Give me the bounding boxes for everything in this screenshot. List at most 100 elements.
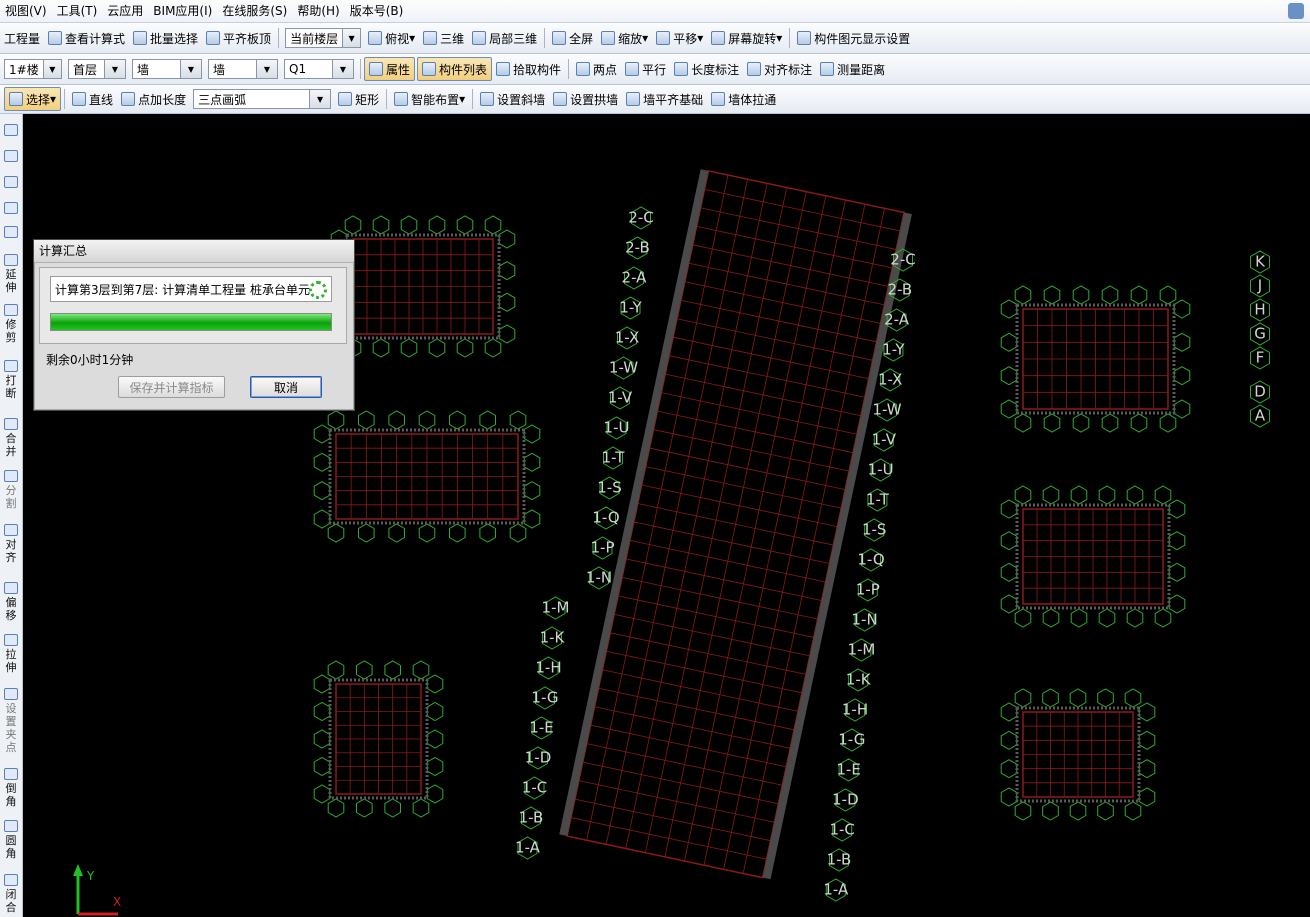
tower-left-axis-label: 1-P <box>590 539 614 557</box>
chamfer-tool[interactable]: 倒角 <box>0 768 22 808</box>
block-bottom-right-top-axis-bubble <box>1124 688 1142 708</box>
select-button[interactable]: 选择 ▾ <box>4 87 62 111</box>
separator <box>64 89 66 109</box>
top-view-button[interactable]: 俯视 ▾ <box>364 27 419 49</box>
align-slab-top-button[interactable]: 平齐板顶 <box>202 27 275 49</box>
category-select[interactable]: 墙 ▼ <box>132 59 202 79</box>
menu-view[interactable]: 视图(V) <box>0 0 52 22</box>
copy-tool[interactable] <box>0 150 22 164</box>
properties-button[interactable]: 属性 <box>364 57 416 81</box>
measure-distance-button[interactable]: 测量距离 <box>816 58 889 80</box>
save-and-calc-button[interactable]: 保存并计算指标 <box>118 376 225 398</box>
arc-mode-select[interactable]: 三点画弧 ▼ <box>193 89 332 109</box>
fillet-tool[interactable]: 圆角 <box>0 820 22 860</box>
set-grip-tool[interactable]: 设置夹点 <box>0 688 22 754</box>
move-tool[interactable] <box>0 202 22 216</box>
tower-left-axis-label: 2-C <box>628 209 653 227</box>
display-settings-button[interactable]: 构件图元显示设置 <box>793 27 914 49</box>
component-list-button[interactable]: 构件列表 <box>417 57 493 81</box>
block-bottom-right-right-axis-bubble <box>1138 759 1156 779</box>
menu-bim[interactable]: BIM应用(I) <box>148 0 217 22</box>
separator <box>568 59 570 79</box>
block-mid-right-top-axis-bubble <box>1042 485 1060 505</box>
tower-hline <box>570 817 767 860</box>
tower-right-axis-label: 1-M <box>847 641 875 659</box>
cancel-button[interactable]: 取消 <box>250 376 322 398</box>
drawing-canvas[interactable]: 2-C 2-C 2-B 2-B 2-A 2-A 1-Y 1-Y 1-X 1-X 1-W 1-W 1-V 1… <box>23 114 1310 917</box>
break-tool[interactable]: 打断 <box>0 360 22 400</box>
menu-cloud[interactable]: 云应用 <box>102 0 148 22</box>
menu-tools[interactable]: 工具(T) <box>52 0 103 22</box>
building-select[interactable]: 1#楼 ▼ <box>4 59 62 79</box>
component-select[interactable]: Q1 ▼ <box>284 59 354 79</box>
stretch-tool[interactable]: 拉伸 <box>0 634 22 674</box>
fullscreen-button[interactable]: 全屏 <box>548 27 597 49</box>
tower-hline <box>653 429 850 472</box>
block-bottom-left-right-axis-bubble <box>426 756 444 777</box>
wall-align-foundation-button[interactable]: 墙平齐基础 <box>622 88 707 110</box>
tower-left-axis-label: 2-B <box>625 239 650 257</box>
block-top-left-top-axis-bubble <box>428 215 446 235</box>
extend-tool[interactable]: 延伸 <box>0 254 22 294</box>
two-point-button[interactable]: 两点 <box>572 58 621 80</box>
menu-help[interactable]: 帮助(H) <box>292 0 344 22</box>
user-icon[interactable] <box>1288 3 1304 19</box>
3d-button[interactable]: 三维 <box>419 27 468 49</box>
block-top-right-top-axis-bubble <box>1159 285 1177 305</box>
view-formula-button[interactable]: 查看计算式 <box>44 27 129 49</box>
wall-extend-button[interactable]: 墙体拉通 <box>707 88 780 110</box>
point-length-icon <box>121 92 136 106</box>
right-axis-label: A <box>1255 407 1266 425</box>
tower-hline <box>673 336 869 380</box>
length-dimension-button[interactable]: 长度标注 <box>670 58 743 80</box>
trim-tool[interactable]: 修剪 <box>0 304 22 344</box>
block-mid-right-bottom-axis-bubble <box>1154 608 1172 628</box>
floor-select[interactable]: 首层 ▼ <box>68 59 126 79</box>
separator <box>360 59 361 79</box>
tower-right-axis-label: 1-U <box>868 461 894 479</box>
block-bottom-right-bottom-axis-bubble <box>1069 801 1087 821</box>
aligned-dimension-button[interactable]: 对齐标注 <box>743 58 816 80</box>
block-bottom-left-bottom-axis-bubble <box>327 798 345 818</box>
set-arch-wall-button[interactable]: 设置拱墙 <box>549 88 622 110</box>
quantity-button[interactable]: 工程量 <box>0 27 44 49</box>
brush-tool[interactable] <box>0 124 22 138</box>
x-axis-label: X <box>113 895 121 909</box>
block-bottom-left-right-axis-bubble <box>426 784 444 804</box>
cad-drawing[interactable]: 2-C 2-C 2-B 2-B 2-A 2-A 1-Y 1-Y 1-X 1-X 1-W 1-W 1-V 1… <box>23 114 1310 917</box>
tower-hline <box>629 540 826 583</box>
tower-hline <box>606 650 803 694</box>
block-top-left-top-axis-bubble <box>484 215 502 235</box>
point-length-button[interactable]: 点加长度 <box>117 88 190 110</box>
align-tool[interactable]: 对齐 <box>0 524 22 564</box>
tower-right-axis-label: 1-N <box>852 611 878 629</box>
local-3d-button[interactable]: 局部三维 <box>468 27 541 49</box>
rotate-screen-button[interactable]: 屏幕旋转 ▾ <box>707 27 786 49</box>
close-tool[interactable]: 闭合 <box>0 874 22 914</box>
rectangle-button[interactable]: 矩形 <box>334 88 383 110</box>
block-mid-right-top-axis-bubble <box>1126 485 1144 505</box>
type-select[interactable]: 墙 ▼ <box>208 59 278 79</box>
menu-online[interactable]: 在线服务(S) <box>217 0 292 22</box>
pan-button[interactable]: 平移 ▾ <box>652 27 707 49</box>
split-tool[interactable]: 分割 <box>0 470 22 510</box>
block-top-right-top-axis-bubble <box>1043 285 1061 305</box>
smart-layout-button[interactable]: 智能布置 ▾ <box>390 88 469 110</box>
parallel-button[interactable]: 平行 <box>621 58 670 80</box>
rotate-tool[interactable] <box>0 226 22 240</box>
zoom-button[interactable]: 缩放 ▾ <box>597 27 652 49</box>
floor-scope-select[interactable]: 当前楼层 ▼ <box>285 28 362 48</box>
pick-component-button[interactable]: 拾取构件 <box>492 58 565 80</box>
menu-version[interactable]: 版本号(B) <box>345 0 409 22</box>
offset-tool[interactable]: 偏移 <box>0 582 22 622</box>
grip-icon <box>4 688 18 700</box>
set-slant-wall-button[interactable]: 设置斜墙 <box>476 88 549 110</box>
batch-select-button[interactable]: 批量选择 <box>129 27 202 49</box>
tower-right-axis-label: 1-P <box>856 581 880 599</box>
stretch-icon <box>4 634 18 646</box>
zoom-icon <box>601 31 616 45</box>
fillet-icon <box>4 820 18 832</box>
mirror-tool[interactable] <box>0 176 22 190</box>
line-button[interactable]: 直线 <box>68 88 117 110</box>
merge-tool[interactable]: 合并 <box>0 418 22 458</box>
